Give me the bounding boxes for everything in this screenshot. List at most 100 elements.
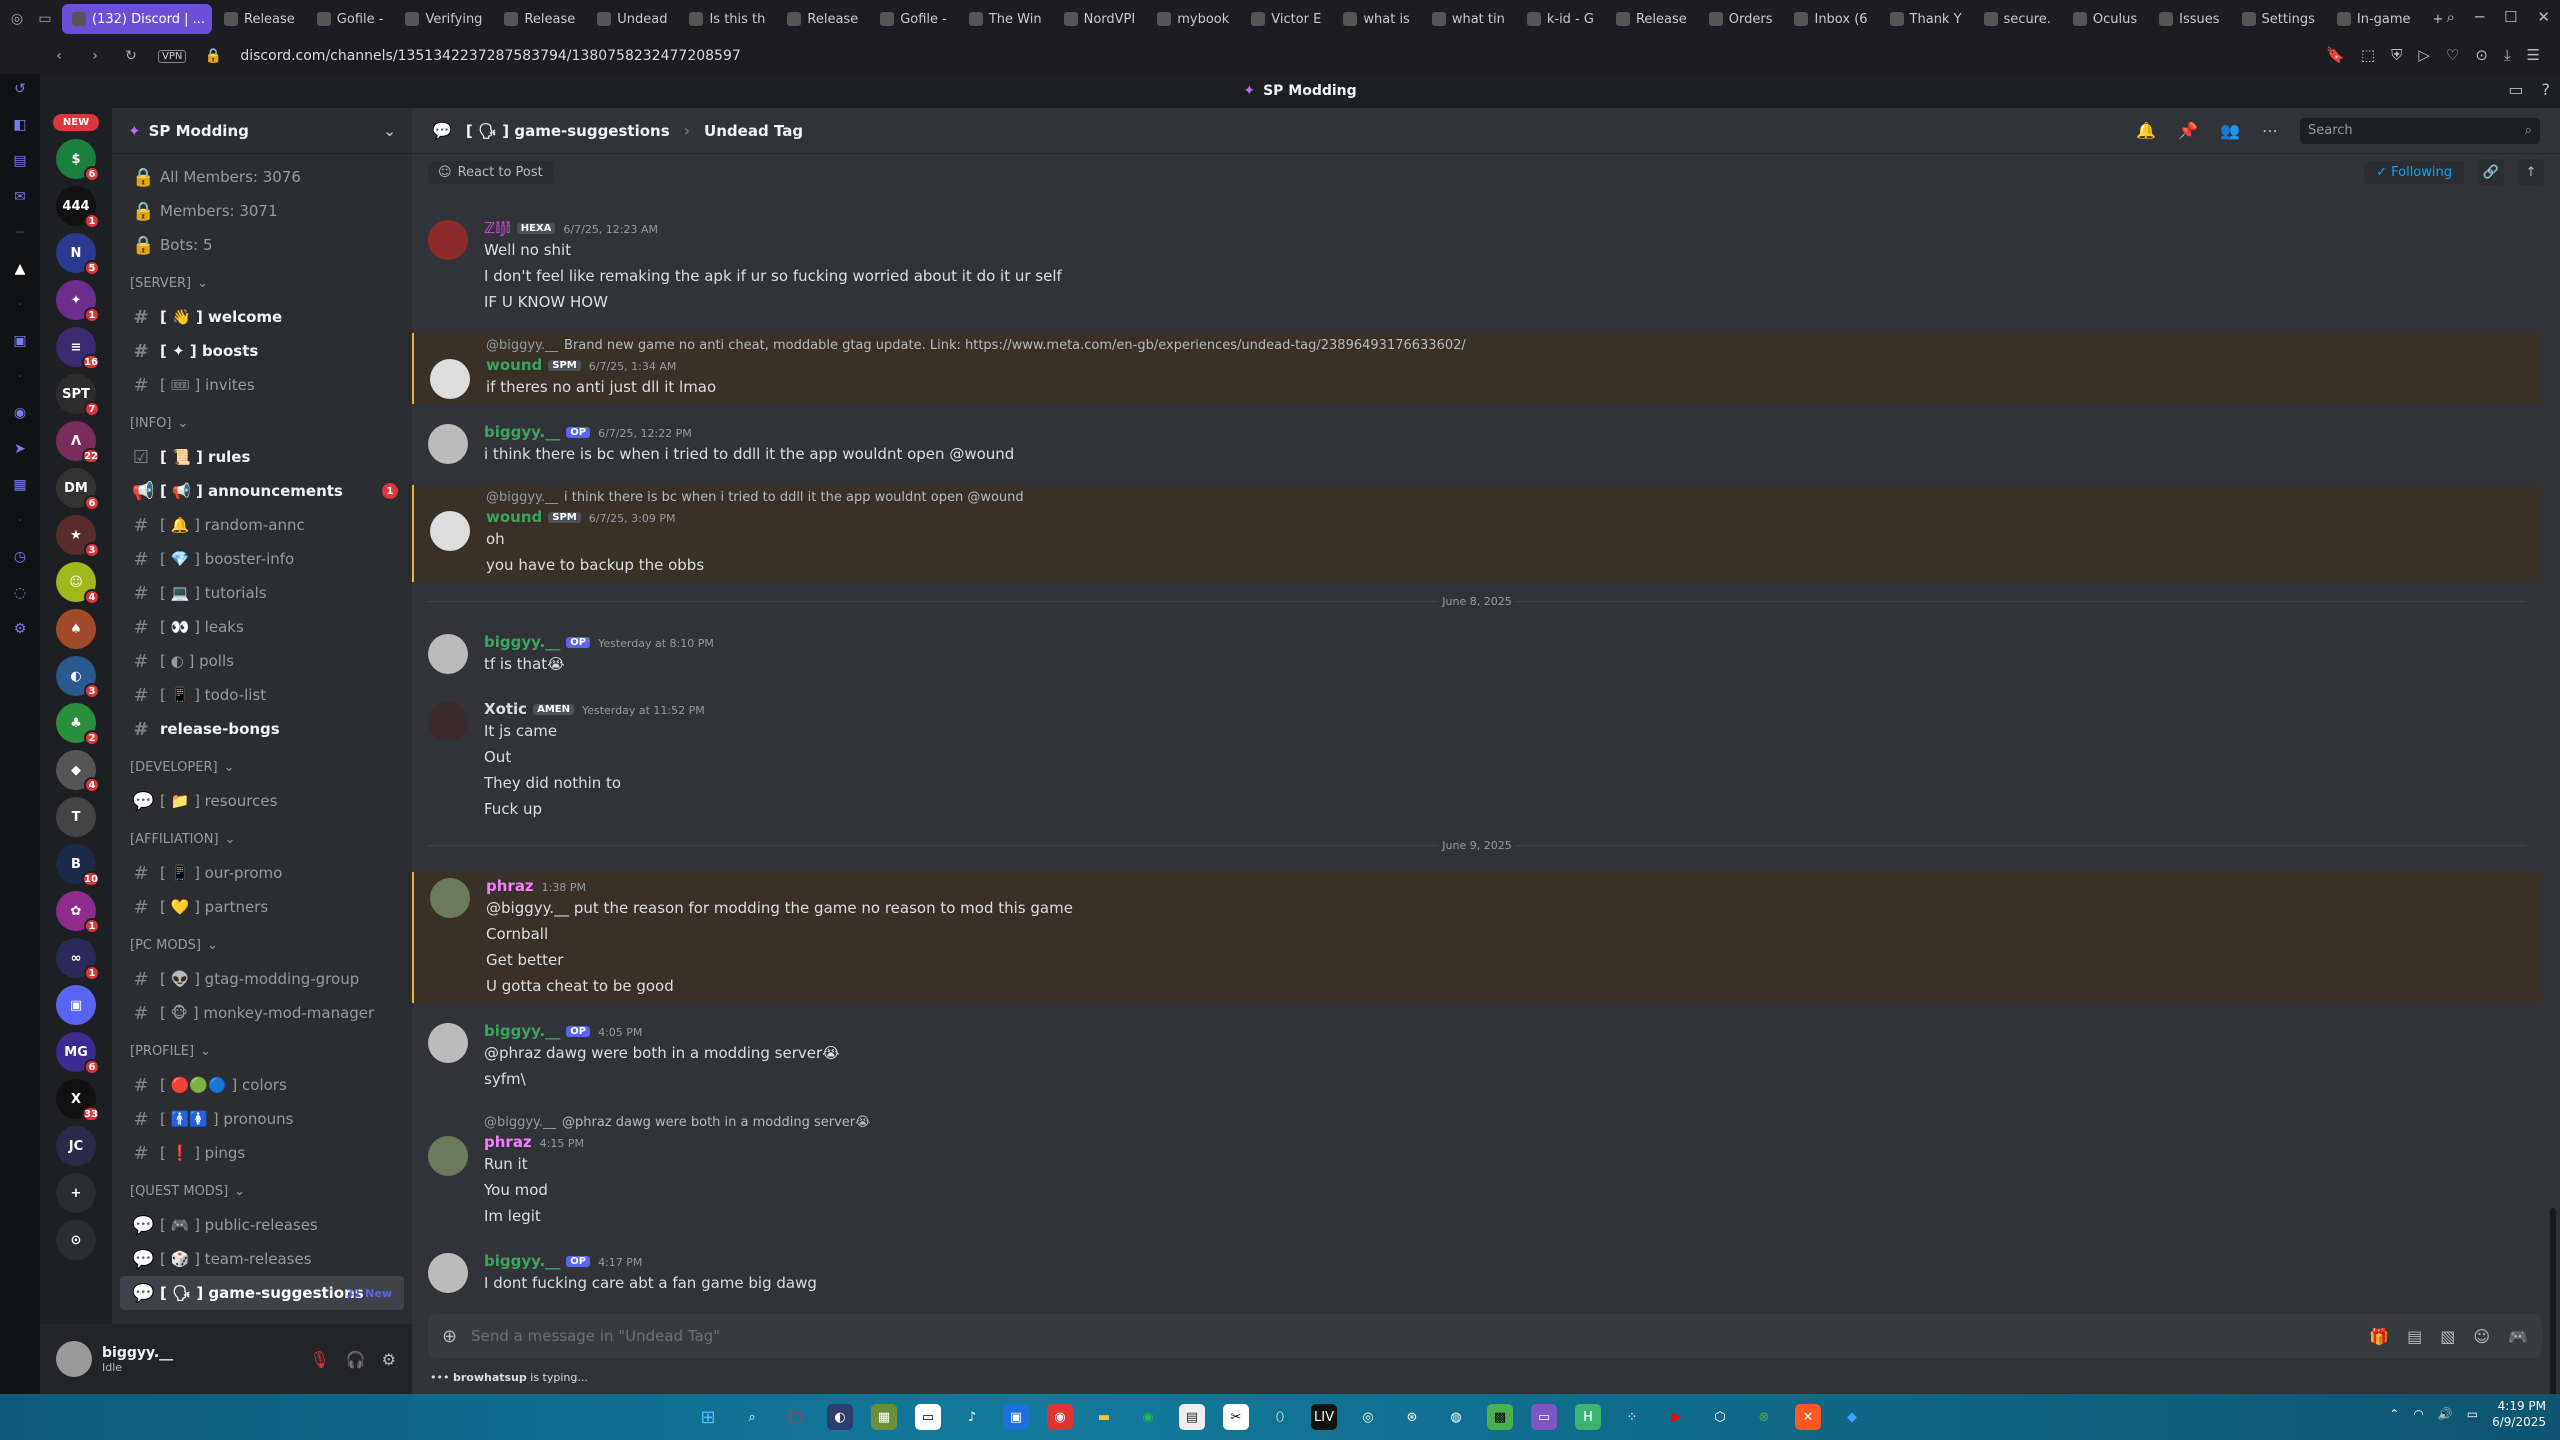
close-icon[interactable]: ✕	[2537, 8, 2550, 26]
send-icon[interactable]: ➤	[11, 440, 29, 458]
chevron-up-icon[interactable]: ⌃	[2389, 1407, 2399, 1421]
avatar[interactable]	[428, 634, 468, 674]
browser-tab[interactable]: In-game	[2327, 4, 2421, 34]
server-icon[interactable]: ≡ 16	[56, 327, 100, 370]
message-author[interactable]: biggyy.__	[484, 423, 560, 441]
avatar[interactable]	[428, 220, 468, 260]
channel-item[interactable]: 💬 [ 🎮 ] public-releases	[112, 1208, 412, 1242]
vpn-badge[interactable]: VPN	[158, 49, 187, 63]
player-icon[interactable]: ◉	[11, 404, 29, 422]
headphones-icon[interactable]: 🎧	[346, 1350, 366, 1369]
wifi-icon[interactable]: ◠	[2413, 1407, 2423, 1421]
tab-list-icon[interactable]: ▭	[36, 10, 54, 28]
channel-item[interactable]: # [ 💎 ] booster-info	[112, 542, 412, 576]
app-dots-icon[interactable]: ⁘	[1619, 1404, 1645, 1430]
bell-icon[interactable]: 🔔	[2136, 121, 2156, 140]
mouse-icon[interactable]: ⬯	[1267, 1404, 1293, 1430]
twitch-icon[interactable]: ▣	[11, 332, 29, 350]
avatar[interactable]	[430, 878, 470, 918]
bookmark-icon[interactable]: 🔖	[2326, 46, 2345, 64]
maximize-icon[interactable]: ☐	[2504, 8, 2517, 26]
app-icon[interactable]: ◍	[1443, 1404, 1469, 1430]
more-icon[interactable]: ⋯	[2262, 121, 2278, 140]
reload-icon[interactable]: ↻	[122, 47, 140, 65]
members-icon[interactable]: 👥	[2220, 121, 2240, 140]
search-icon[interactable]: ⌕	[2447, 8, 2455, 26]
arrow-up-icon[interactable]: ↑	[2518, 159, 2544, 185]
apps-icon[interactable]: 🎮	[2508, 1327, 2528, 1346]
browser-tab[interactable]: Inbox (6	[1784, 4, 1877, 34]
reply-reference[interactable]: @biggyy.__ i think there is bc when i tri…	[486, 489, 2526, 507]
arrow-icon[interactable]: ▲	[11, 260, 29, 278]
server-icon[interactable]: ◆ 4	[56, 750, 100, 793]
server-icon[interactable]: X 33	[56, 1079, 100, 1122]
message[interactable]: @biggyy.__ i think there is bc when i tri…	[412, 485, 2542, 582]
app-red-icon[interactable]: ◉	[1047, 1404, 1073, 1430]
avatar[interactable]	[428, 1023, 468, 1063]
channel-item[interactable]: # release-bongs	[112, 712, 412, 746]
message-author[interactable]: biggyy.__	[484, 1022, 560, 1040]
channel-item[interactable]: # [ 🚹🚺 ] pronouns	[112, 1102, 412, 1136]
browser-tab[interactable]: what is	[1333, 4, 1419, 34]
browser-tab[interactable]: Orders	[1699, 4, 1783, 34]
browser-tab[interactable]: Release	[777, 4, 868, 34]
snapshot-icon[interactable]: ⬚	[2361, 46, 2375, 64]
user-info[interactable]: biggyy.__ Idle	[102, 1345, 173, 1374]
message-author[interactable]: Xotic	[484, 700, 527, 718]
server-icon[interactable]: SPT 7	[56, 374, 100, 417]
channel-item[interactable]: 📢 [ 📢 ] announcements 1	[112, 474, 412, 508]
server-icon[interactable]: JC	[56, 1126, 96, 1166]
server-icon[interactable]: DM 6	[56, 468, 100, 511]
channel-item[interactable]: 🔒 All Members: 3076	[112, 160, 412, 194]
capcut-icon[interactable]: ✂	[1223, 1404, 1249, 1430]
video-icon[interactable]: ▭	[1531, 1404, 1557, 1430]
browser-tab[interactable]: Release	[494, 4, 585, 34]
message-author[interactable]: phraz	[486, 877, 534, 895]
server-icon[interactable]: ▣	[56, 985, 96, 1025]
avatar[interactable]	[428, 1136, 468, 1176]
channel-item[interactable]: 💬 [ 📁 ] resources	[112, 784, 412, 818]
vscode-icon[interactable]: ◆	[1839, 1404, 1865, 1430]
channel-item[interactable]: # [ 🔴🟢🔵 ] colors	[112, 1068, 412, 1102]
server-icon[interactable]: Λ 22	[56, 421, 100, 464]
browser-tab[interactable]: Is this th	[679, 4, 775, 34]
message-author[interactable]: biggyy.__	[484, 1252, 560, 1270]
search-input[interactable]: Search ⌕	[2300, 117, 2540, 144]
tiktok-icon[interactable]: ♪	[959, 1404, 985, 1430]
server-icon[interactable]: MG 6	[56, 1032, 100, 1075]
message-input[interactable]	[471, 1327, 2356, 1345]
sticker-icon[interactable]: ▧	[2440, 1327, 2455, 1346]
volume-icon[interactable]: 🔊	[2438, 1407, 2453, 1421]
channel-item[interactable]: 🔒 Bots: 5	[112, 228, 412, 262]
browser-icon[interactable]: ◐	[827, 1404, 853, 1430]
channel-item[interactable]: 🔒 Members: 3071	[112, 194, 412, 228]
browser-tab[interactable]: Gofile -	[307, 4, 394, 34]
obs-icon[interactable]: ◎	[1355, 1404, 1381, 1430]
folder-icon[interactable]: ▬	[1091, 1404, 1117, 1430]
server-icon[interactable]: ✿ 1	[56, 891, 100, 934]
avatar[interactable]	[430, 511, 470, 551]
channel-category[interactable]: [Info] ⌄	[112, 406, 412, 440]
inbox-icon[interactable]: ▭	[2508, 80, 2523, 99]
channel-item[interactable]: # [ 📱 ] todo-list	[112, 678, 412, 712]
reply-reference[interactable]: @biggyy.__ @phraz dawg were both in a mod…	[484, 1114, 2526, 1132]
channel-category[interactable]: [DEVELOPER] ⌄	[112, 750, 412, 784]
browser-tab[interactable]: Release	[214, 4, 305, 34]
windows-start-icon[interactable]: ⊞	[695, 1404, 721, 1430]
browser-tab[interactable]: (132) Discord | ...	[62, 4, 212, 34]
steam-icon[interactable]: ⊛	[1399, 1404, 1425, 1430]
workspace-icon[interactable]: ▤	[11, 152, 29, 170]
avatar[interactable]	[428, 424, 468, 464]
browser-tab[interactable]: Issues	[2149, 4, 2229, 34]
browser-tab[interactable]: Oculus	[2063, 4, 2147, 34]
chat-icon[interactable]: ◌	[11, 584, 29, 602]
channel-item[interactable]: # [ 💻 ] tutorials	[112, 576, 412, 610]
clock-icon[interactable]: ◷	[11, 548, 29, 566]
channel-item[interactable]: # [ 🐵 ] monkey-mod-manager	[112, 996, 412, 1030]
browser-tab[interactable]: Gofile -	[870, 4, 957, 34]
channel-item[interactable]: # [ 👋 ] welcome	[112, 300, 412, 334]
avatar[interactable]	[428, 1253, 468, 1293]
server-icon[interactable]: T	[56, 797, 96, 837]
gift-icon[interactable]: 🎁	[2369, 1327, 2389, 1346]
server-icon[interactable]: ◐ 3	[56, 656, 100, 699]
